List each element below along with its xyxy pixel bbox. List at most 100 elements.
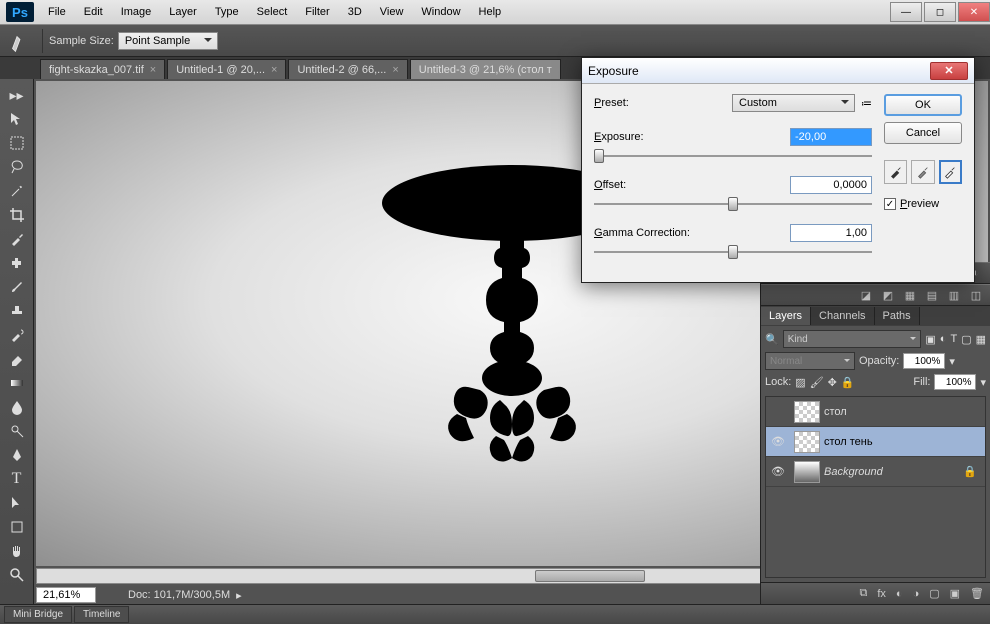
offset-slider[interactable] <box>594 196 872 214</box>
search-icon[interactable]: 🔍 <box>765 333 779 346</box>
black-eyedropper[interactable] <box>884 160 907 184</box>
gamma-input[interactable] <box>790 224 872 242</box>
lasso-tool[interactable] <box>5 156 29 178</box>
eyedropper-tool[interactable] <box>5 228 29 250</box>
crop-tool[interactable] <box>5 204 29 226</box>
menu-layer[interactable]: Layer <box>161 3 205 21</box>
adj-icon-b[interactable]: ◩ <box>880 287 896 303</box>
white-eyedropper[interactable] <box>939 160 962 184</box>
close-button[interactable]: ✕ <box>958 2 990 22</box>
layer-thumb[interactable]: I <box>794 431 820 453</box>
layer-thumb[interactable] <box>794 461 820 483</box>
fx-icon[interactable]: fx <box>877 588 886 600</box>
marquee-tool[interactable] <box>5 132 29 154</box>
collapse-icon[interactable]: ▸▸ <box>5 84 29 106</box>
heal-tool[interactable] <box>5 252 29 274</box>
exposure-input[interactable] <box>790 128 872 146</box>
zoom-tool[interactable] <box>5 564 29 586</box>
adj-icon-a[interactable]: ◪ <box>858 287 874 303</box>
filter-image-icon[interactable]: ▣ <box>925 333 935 346</box>
menu-file[interactable]: File <box>40 3 74 21</box>
sample-size-dropdown[interactable]: Point Sample <box>118 32 218 50</box>
newlayer-icon[interactable]: ▣ <box>950 587 960 600</box>
doc-tab-0[interactable]: fight-skazka_007.tif× <box>40 59 165 79</box>
layer-row[interactable]: 👁 Background 🔒 <box>766 457 985 487</box>
mini-bridge-tab[interactable]: Mini Bridge <box>4 606 72 623</box>
menu-view[interactable]: View <box>372 3 412 21</box>
kind-filter[interactable]: Kind <box>783 330 922 348</box>
preview-checkbox[interactable]: ✓ Preview <box>884 198 962 210</box>
layer-thumb[interactable] <box>794 401 820 423</box>
dodge-tool[interactable] <box>5 420 29 442</box>
visibility-toggle[interactable]: 👁 <box>766 465 790 478</box>
exposure-slider[interactable] <box>594 148 872 166</box>
trash-icon[interactable]: 🗑 <box>970 587 984 600</box>
doc-tab-2[interactable]: Untitled-2 @ 66,...× <box>288 59 407 79</box>
adj-icon-c[interactable]: ▦ <box>902 287 918 303</box>
type-tool[interactable]: T <box>5 468 29 490</box>
current-tool-icon[interactable] <box>8 29 32 53</box>
eraser-tool[interactable] <box>5 348 29 370</box>
preset-dropdown[interactable]: Custom <box>732 94 855 112</box>
blend-mode[interactable]: Normal <box>765 352 855 370</box>
menu-select[interactable]: Select <box>249 3 296 21</box>
doc-tab-3[interactable]: Untitled-3 @ 21,6% (стол т <box>410 59 561 79</box>
panel-tab-layers[interactable]: Layers <box>761 307 811 325</box>
zoom-field[interactable]: 21,61% <box>36 587 96 603</box>
ok-button[interactable]: OK <box>884 94 962 116</box>
layer-row[interactable]: стол <box>766 397 985 427</box>
blur-tool[interactable] <box>5 396 29 418</box>
doc-tab-1[interactable]: Untitled-1 @ 20,...× <box>167 59 286 79</box>
filter-shape-icon[interactable]: ▢ <box>961 333 971 346</box>
menu-image[interactable]: Image <box>113 3 160 21</box>
pen-tool[interactable] <box>5 444 29 466</box>
layer-row[interactable]: 👁 I стол тень <box>766 427 985 457</box>
history-brush-tool[interactable] <box>5 324 29 346</box>
menu-edit[interactable]: Edit <box>76 3 111 21</box>
lock-trans-icon[interactable]: ▨ <box>795 376 805 389</box>
menu-3d[interactable]: 3D <box>340 3 370 21</box>
gradient-tool[interactable] <box>5 372 29 394</box>
close-tab-icon[interactable]: × <box>150 64 156 76</box>
menu-window[interactable]: Window <box>413 3 468 21</box>
filter-smart-icon[interactable]: ▦ <box>976 333 986 346</box>
lock-all-icon[interactable]: 🔒 <box>841 376 855 389</box>
mask-icon[interactable]: ◐ <box>896 588 903 600</box>
wand-tool[interactable] <box>5 180 29 202</box>
gray-eyedropper[interactable] <box>911 160 934 184</box>
menu-filter[interactable]: Filter <box>297 3 337 21</box>
minimize-button[interactable]: — <box>890 2 922 22</box>
close-tab-icon[interactable]: × <box>392 64 398 76</box>
adj-icon-e[interactable]: ▥ <box>946 287 962 303</box>
move-tool[interactable] <box>5 108 29 130</box>
gamma-slider[interactable] <box>594 244 872 262</box>
filter-type-icon[interactable]: T <box>950 333 957 345</box>
shape-tool[interactable] <box>5 516 29 538</box>
fill-value[interactable]: 100% <box>934 374 976 390</box>
lock-paint-icon[interactable]: 🖌 <box>810 376 824 389</box>
adj-icon-f[interactable]: ◫ <box>968 287 984 303</box>
preset-menu-icon[interactable]: ≔ <box>861 97 872 110</box>
adj-icon-d[interactable]: ▤ <box>924 287 940 303</box>
stamp-tool[interactable] <box>5 300 29 322</box>
maximize-button[interactable]: ◻ <box>924 2 956 22</box>
lock-move-icon[interactable]: ✥ <box>828 376 837 389</box>
menu-type[interactable]: Type <box>207 3 247 21</box>
menu-help[interactable]: Help <box>471 3 510 21</box>
hand-tool[interactable] <box>5 540 29 562</box>
panel-tab-paths[interactable]: Paths <box>875 307 920 325</box>
group-icon[interactable]: ▢ <box>929 587 939 600</box>
path-select-tool[interactable] <box>5 492 29 514</box>
brush-tool[interactable] <box>5 276 29 298</box>
link-icon[interactable]: ⧉ <box>859 587 867 600</box>
panel-tab-channels[interactable]: Channels <box>811 307 874 325</box>
dialog-close-button[interactable]: ✕ <box>930 62 968 80</box>
offset-input[interactable] <box>790 176 872 194</box>
opacity-value[interactable]: 100% <box>903 353 945 369</box>
visibility-toggle[interactable]: 👁 <box>766 435 790 448</box>
cancel-button[interactable]: Cancel <box>884 122 962 144</box>
timeline-tab[interactable]: Timeline <box>74 606 129 623</box>
filter-adj-icon[interactable]: ◐ <box>940 333 947 345</box>
close-tab-icon[interactable]: × <box>271 64 277 76</box>
adjlayer-icon[interactable]: ◑ <box>913 588 920 600</box>
